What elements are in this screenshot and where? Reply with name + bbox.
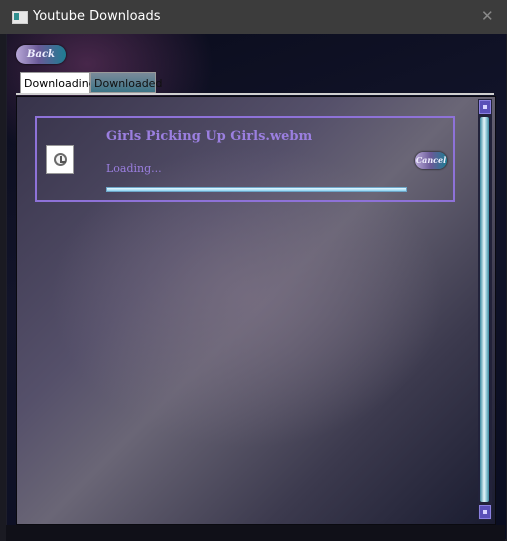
scroll-up-button[interactable] bbox=[479, 100, 491, 114]
close-icon[interactable]: ✕ bbox=[481, 7, 494, 25]
app-icon bbox=[12, 11, 28, 24]
app-window: Youtube Downloads ✕ Back Downloading Dow… bbox=[0, 0, 507, 541]
main-content: Back Downloading Downloaded Girls Pickin… bbox=[6, 34, 506, 539]
back-button[interactable]: Back bbox=[16, 45, 66, 64]
vertical-scrollbar[interactable] bbox=[478, 99, 492, 520]
tab-divider bbox=[16, 93, 494, 95]
download-progress-bar bbox=[106, 187, 407, 192]
scrollbar-thumb[interactable] bbox=[480, 117, 489, 502]
cancel-download-button[interactable]: Cancel bbox=[415, 152, 447, 169]
download-file-name: Girls Picking Up Girls.webm bbox=[106, 129, 313, 144]
download-item: Girls Picking Up Girls.webm Loading... C… bbox=[35, 116, 455, 202]
tab-downloaded[interactable]: Downloaded bbox=[90, 72, 162, 93]
download-progress-fill bbox=[107, 188, 406, 191]
title-bar: Youtube Downloads ✕ bbox=[0, 0, 507, 34]
clock-file-icon bbox=[46, 145, 74, 174]
window-bottom-edge bbox=[6, 525, 505, 541]
window-title: Youtube Downloads bbox=[33, 9, 161, 24]
tab-downloading[interactable]: Downloading bbox=[20, 72, 96, 93]
download-status: Loading... bbox=[106, 162, 162, 175]
downloads-panel: Girls Picking Up Girls.webm Loading... C… bbox=[16, 96, 496, 525]
scroll-down-button[interactable] bbox=[479, 505, 491, 519]
